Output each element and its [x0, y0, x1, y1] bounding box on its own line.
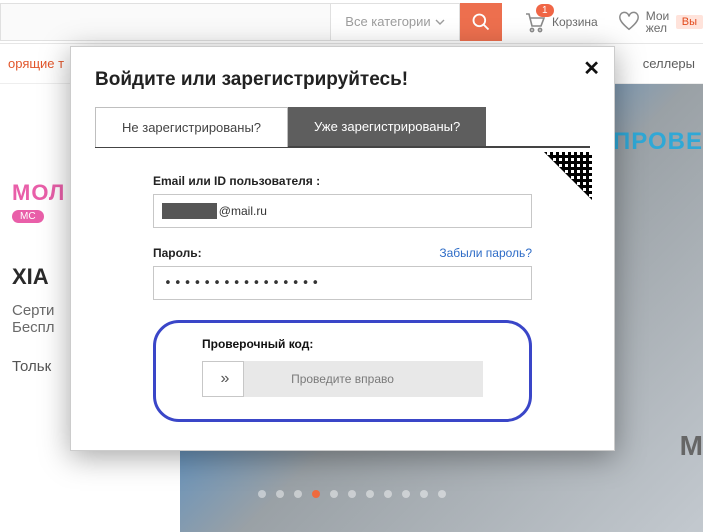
captcha-slider-handle[interactable]: » — [202, 361, 244, 397]
modal-overlay: ✕ Войдите или зарегистрируйтесь! Не заре… — [0, 0, 703, 532]
double-chevron-right-icon: » — [221, 370, 226, 388]
login-form: Email или ID пользователя : @mail.ru Пар… — [95, 148, 590, 422]
email-domain-part: @mail.ru — [219, 204, 267, 218]
captcha-label: Проверочный код: — [202, 337, 483, 351]
captcha-slider-track[interactable]: Проведите вправо » — [202, 361, 483, 397]
password-field[interactable] — [153, 266, 532, 300]
captcha-section: Проверочный код: Проведите вправо » — [153, 320, 532, 422]
qr-icon — [544, 152, 592, 200]
tab-login[interactable]: Уже зарегистрированы? — [288, 107, 486, 146]
email-field[interactable]: @mail.ru — [153, 194, 532, 228]
email-masked-part — [162, 203, 217, 219]
email-label: Email или ID пользователя : — [153, 174, 532, 188]
tab-register[interactable]: Не зарегистрированы? — [95, 107, 288, 147]
password-label: Пароль: — [153, 246, 202, 260]
login-modal: ✕ Войдите или зарегистрируйтесь! Не заре… — [70, 46, 615, 451]
auth-tabs: Не зарегистрированы? Уже зарегистрирован… — [95, 107, 590, 148]
close-button[interactable]: ✕ — [583, 59, 600, 79]
qr-login-corner[interactable] — [544, 152, 592, 200]
close-icon: ✕ — [583, 58, 600, 80]
modal-title: Войдите или зарегистрируйтесь! — [95, 69, 590, 91]
captcha-slider-hint: Проведите вправо — [291, 372, 394, 386]
forgot-password-link[interactable]: Забыли пароль? — [439, 246, 532, 260]
